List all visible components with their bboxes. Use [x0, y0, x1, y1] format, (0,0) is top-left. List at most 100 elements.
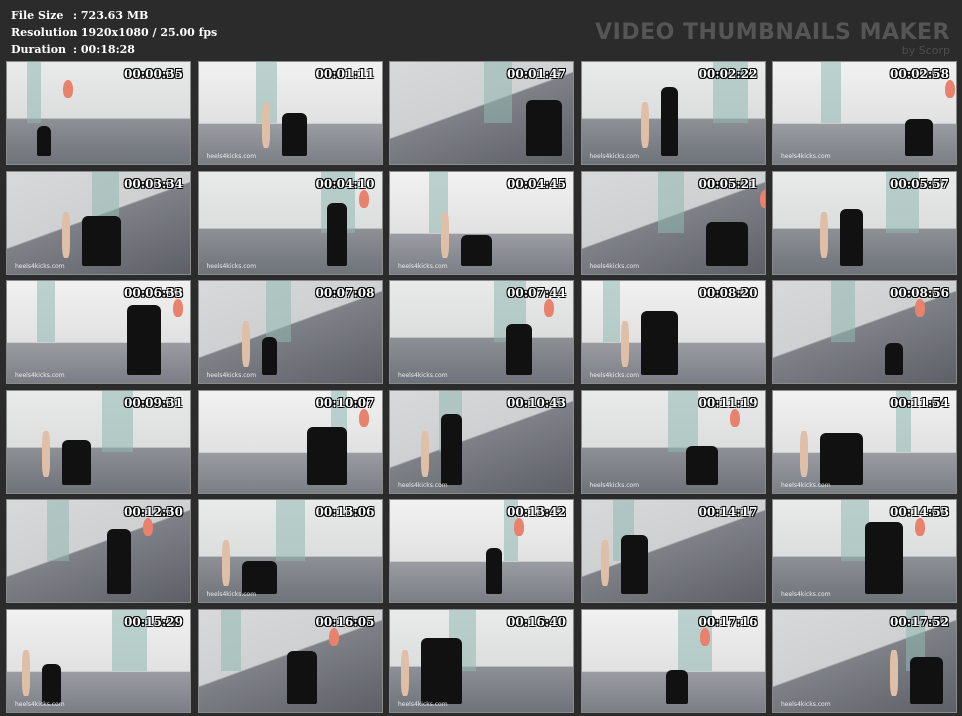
scene-figure-head	[358, 408, 369, 427]
thumbnail-watermark: heels4kicks.com	[781, 591, 831, 598]
thumbnail-timestamp: 00:07:08	[315, 286, 375, 300]
scene-wall-panel	[265, 281, 291, 343]
thumbnail-watermark: heels4kicks.com	[206, 591, 257, 598]
video-thumbnail[interactable]: 00:02:22 heels4kicks.com	[580, 61, 766, 165]
video-thumbnail[interactable]: 00:08:56	[772, 280, 957, 384]
video-thumbnail[interactable]: 00:11:54 heels4kicks.com	[772, 389, 957, 494]
video-thumbnail[interactable]: 00:02:58 heels4kicks.com	[772, 61, 957, 165]
scene-figure	[281, 113, 307, 156]
scene-wall-panel	[275, 500, 305, 562]
thumbnail-timestamp: 00:14:17	[698, 505, 758, 519]
thumbnail-timestamp: 00:16:40	[507, 614, 566, 629]
scene-figure-leg	[800, 430, 808, 477]
video-thumbnail[interactable]: 00:10:07	[197, 389, 383, 494]
scene-figure	[865, 522, 903, 594]
scene-figure	[486, 548, 502, 594]
scene-figure-leg	[600, 540, 609, 586]
video-thumbnail[interactable]: 00:14:53 heels4kicks.com	[772, 499, 957, 603]
video-thumbnail[interactable]: 00:16:05	[197, 608, 383, 713]
scene-figure-leg	[22, 649, 30, 696]
video-thumbnail[interactable]: 00:06:33 heels4kicks.com	[6, 280, 191, 384]
thumbnail-timestamp: 00:02:58	[890, 67, 949, 81]
thumbnail-timestamp: 00:10:07	[315, 395, 375, 410]
thumbnail-watermark: heels4kicks.com	[589, 262, 640, 270]
scene-wall-panel	[27, 62, 41, 124]
thumbnail-timestamp: 00:06:33	[124, 286, 183, 300]
thumbnail-watermark: heels4kicks.com	[206, 153, 257, 160]
file-size-row: File Size : 723.63 MB	[11, 7, 217, 24]
video-thumbnail[interactable]: 00:17:16	[580, 608, 766, 713]
scene-wall-panel	[821, 62, 841, 124]
scene-figure-head	[358, 189, 369, 208]
thumbnail-timestamp: 00:12:30	[124, 505, 183, 519]
thumbnail-timestamp: 00:01:11	[315, 67, 375, 81]
video-thumbnail[interactable]: 00:14:17	[580, 499, 766, 603]
video-thumbnail[interactable]: 00:07:08 heels4kicks.com	[197, 280, 383, 384]
video-thumbnail[interactable]: 00:12:30	[6, 499, 191, 603]
scene-figure-head	[729, 408, 740, 427]
duration-row: Duration : 00:18:28	[11, 41, 217, 58]
scene-figure	[42, 663, 61, 704]
scene-figure-head	[915, 299, 925, 317]
thumbnail-watermark: heels4kicks.com	[15, 262, 65, 270]
thumbnail-watermark: heels4kicks.com	[589, 372, 640, 379]
scene-figure-leg	[620, 321, 629, 367]
video-thumbnail[interactable]: 00:01:47	[389, 61, 574, 165]
scene-wall-panel	[831, 281, 855, 343]
scene-figure-head	[759, 189, 765, 208]
scene-figure	[127, 305, 161, 375]
thumbnail-timestamp: 00:13:06	[315, 505, 375, 519]
video-thumbnail[interactable]: 00:13:42	[389, 499, 574, 603]
scene-figure-head	[945, 80, 955, 98]
thumbnail-watermark: heels4kicks.com	[398, 372, 448, 379]
thumbnail-timestamp: 00:10:43	[507, 395, 566, 410]
scene-figure-leg	[241, 321, 250, 367]
thumbnail-grid: 00:00:35 00:01:11 heels4kicks.com 00:01:47 0…	[6, 61, 957, 713]
scene-figure-head	[143, 518, 153, 536]
video-thumbnail[interactable]: 00:10:43 heels4kicks.com	[389, 389, 574, 494]
thumbnail-timestamp: 00:03:34	[124, 176, 183, 191]
info-value: : 1920x1080 / 25.00 fps	[73, 26, 218, 39]
video-thumbnail[interactable]: 00:09:31	[6, 389, 191, 494]
scene-figure-leg	[640, 102, 649, 148]
video-thumbnail[interactable]: 00:05:21 heels4kicks.com	[580, 170, 766, 275]
video-thumbnail[interactable]: 00:01:11 heels4kicks.com	[197, 61, 383, 165]
scene-figure	[705, 221, 748, 266]
scene-figure	[820, 432, 863, 485]
video-thumbnail[interactable]: 00:16:40 heels4kicks.com	[389, 608, 574, 713]
video-thumbnail[interactable]: 00:17:52 heels4kicks.com	[772, 608, 957, 713]
thumbnail-timestamp: 00:08:20	[698, 286, 758, 300]
thumbnail-watermark: heels4kicks.com	[781, 481, 831, 489]
video-thumbnail[interactable]: 00:04:45 heels4kicks.com	[389, 170, 574, 275]
scene-figure	[306, 426, 347, 485]
scene-figure-leg	[261, 102, 270, 148]
thumbnail-timestamp: 00:17:16	[698, 614, 758, 629]
scene-figure-head	[915, 518, 925, 536]
thumbnail-watermark: heels4kicks.com	[781, 153, 831, 160]
scene-figure	[261, 337, 277, 375]
video-thumbnail[interactable]: 00:04:10 heels4kicks.com	[197, 170, 383, 275]
video-thumbnail[interactable]: 00:11:19 heels4kicks.com	[580, 389, 766, 494]
info-value: : 723.63 MB	[73, 9, 149, 22]
scene-figure	[286, 650, 317, 704]
scene-figure-head	[514, 518, 524, 536]
video-thumbnail[interactable]: 00:15:29 heels4kicks.com	[6, 608, 191, 713]
brand-logo: VIDEO THUMBNAILS MAKER	[595, 20, 950, 45]
scene-figure	[421, 637, 462, 704]
scene-figure	[107, 529, 131, 594]
video-thumbnail[interactable]: 00:00:35	[6, 61, 191, 165]
info-label: File Size	[11, 9, 64, 22]
scene-figure	[326, 202, 347, 266]
scene-figure-leg	[42, 430, 50, 477]
scene-figure-leg	[890, 649, 898, 696]
video-thumbnail[interactable]: 00:08:20 heels4kicks.com	[580, 280, 766, 384]
scene-figure	[37, 126, 51, 156]
video-thumbnail[interactable]: 00:13:06 heels4kicks.com	[197, 499, 383, 603]
thumbnail-timestamp: 00:11:19	[698, 395, 758, 410]
video-thumbnail[interactable]: 00:05:57	[772, 170, 957, 275]
thumbnail-timestamp: 00:08:56	[890, 286, 949, 300]
video-thumbnail[interactable]: 00:03:34 heels4kicks.com	[6, 170, 191, 275]
thumbnail-timestamp: 00:14:53	[890, 505, 949, 519]
thumbnail-watermark: heels4kicks.com	[206, 262, 257, 270]
video-thumbnail[interactable]: 00:07:44 heels4kicks.com	[389, 280, 574, 384]
